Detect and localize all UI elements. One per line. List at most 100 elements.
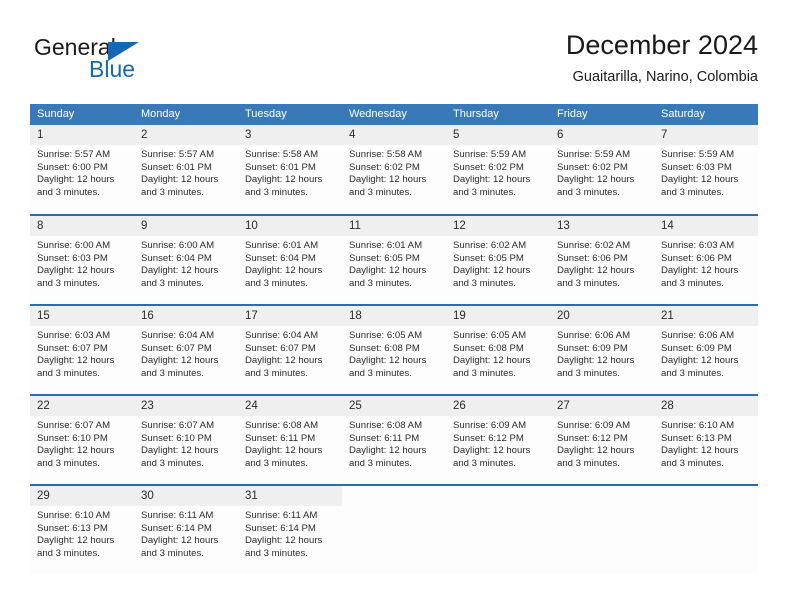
daylight-duration-line1: Daylight: 12 hours — [37, 445, 115, 457]
day-number: 19 — [446, 306, 550, 326]
daylight-duration-line2: and 3 minutes. — [37, 457, 100, 469]
calendar-day-cell[interactable]: 3 Sunrise: 5:58 AM Sunset: 6:01 PM Daylight… — [238, 125, 342, 215]
daylight-duration-line2: and 3 minutes. — [453, 457, 516, 469]
day-sun-info: Sunrise: 6:00 AM Sunset: 6:04 PM Daylight:… — [134, 236, 238, 290]
calendar-day-cell[interactable]: 15 Sunrise: 6:03 AM Sunset: 6:07 PM Dayligh… — [30, 304, 134, 395]
calendar-day-cell[interactable]: 21 Sunrise: 6:06 AM Sunset: 6:09 PM Dayligh… — [654, 304, 758, 395]
sunrise-time: Sunrise: 6:11 AM — [245, 510, 318, 521]
sunset-time: Sunset: 6:11 PM — [245, 432, 316, 444]
day-sun-info: Sunrise: 6:08 AM Sunset: 6:11 PM Daylight:… — [238, 416, 342, 470]
sunset-time: Sunset: 6:08 PM — [453, 342, 524, 354]
sunrise-time: Sunrise: 5:59 AM — [557, 149, 631, 160]
daylight-duration-line1: Daylight: 12 hours — [349, 445, 427, 457]
daylight-duration-line2: and 3 minutes. — [349, 367, 412, 379]
daylight-duration-line1: Daylight: 12 hours — [453, 355, 531, 367]
sunrise-time: Sunrise: 6:09 AM — [557, 420, 631, 431]
day-sun-info: Sunrise: 6:06 AM Sunset: 6:09 PM Daylight:… — [654, 326, 758, 380]
day-number: 31 — [238, 486, 342, 506]
day-sun-info: Sunrise: 6:03 AM Sunset: 6:06 PM Daylight:… — [654, 236, 758, 290]
sunset-time: Sunset: 6:01 PM — [245, 161, 316, 173]
calendar-day-cell[interactable]: 9 Sunrise: 6:00 AM Sunset: 6:04 PM Daylight… — [134, 214, 238, 305]
daylight-duration-line2: and 3 minutes. — [245, 547, 308, 559]
calendar-day-cell[interactable]: 26 Sunrise: 6:09 AM Sunset: 6:12 PM Dayligh… — [446, 394, 550, 485]
calendar-week-row: 8 Sunrise: 6:00 AM Sunset: 6:03 PM Daylight… — [30, 214, 758, 305]
sunset-time: Sunset: 6:13 PM — [37, 522, 108, 534]
calendar-day-cell[interactable]: 29 Sunrise: 6:10 AM Sunset: 6:13 PM Dayligh… — [30, 484, 134, 575]
daylight-duration-line1: Daylight: 12 hours — [141, 445, 219, 457]
daylight-duration-line1: Daylight: 12 hours — [453, 174, 531, 186]
sunrise-time: Sunrise: 6:02 AM — [557, 240, 631, 251]
weekday-header-wednesday: Wednesday — [342, 104, 446, 125]
daylight-duration-line1: Daylight: 12 hours — [557, 445, 635, 457]
calendar-day-cell[interactable]: 19 Sunrise: 6:05 AM Sunset: 6:08 PM Dayligh… — [446, 304, 550, 395]
calendar-day-cell[interactable]: 1 Sunrise: 5:57 AM Sunset: 6:00 PM Daylight… — [30, 125, 134, 215]
calendar-day-cell[interactable]: 18 Sunrise: 6:05 AM Sunset: 6:08 PM Dayligh… — [342, 304, 446, 395]
daylight-duration-line1: Daylight: 12 hours — [661, 174, 739, 186]
calendar-day-cell[interactable]: 24 Sunrise: 6:08 AM Sunset: 6:11 PM Dayligh… — [238, 394, 342, 485]
calendar-day-cell[interactable]: 7 Sunrise: 5:59 AM Sunset: 6:03 PM Daylight… — [654, 125, 758, 215]
sunset-time: Sunset: 6:02 PM — [349, 161, 420, 173]
day-sun-info: Sunrise: 6:07 AM Sunset: 6:10 PM Daylight:… — [134, 416, 238, 470]
calendar-day-cell[interactable]: 25 Sunrise: 6:08 AM Sunset: 6:11 PM Dayligh… — [342, 394, 446, 485]
sunset-time: Sunset: 6:04 PM — [141, 252, 212, 264]
calendar-page: General Blue December 2024 Guaitarilla, … — [0, 0, 792, 612]
daylight-duration-line2: and 3 minutes. — [453, 367, 516, 379]
sunrise-time: Sunrise: 6:05 AM — [349, 330, 423, 341]
calendar-day-cell[interactable]: 5 Sunrise: 5:59 AM Sunset: 6:02 PM Daylight… — [446, 125, 550, 215]
calendar-day-cell[interactable]: 8 Sunrise: 6:00 AM Sunset: 6:03 PM Daylight… — [30, 214, 134, 305]
calendar-day-cell[interactable]: 22 Sunrise: 6:07 AM Sunset: 6:10 PM Dayligh… — [30, 394, 134, 485]
sunrise-time: Sunrise: 6:10 AM — [661, 420, 735, 431]
day-number: 20 — [550, 306, 654, 326]
sunrise-time: Sunrise: 5:58 AM — [245, 149, 319, 160]
calendar-week-row: 29 Sunrise: 6:10 AM Sunset: 6:13 PM Dayligh… — [30, 484, 758, 575]
calendar-day-cell[interactable]: 20 Sunrise: 6:06 AM Sunset: 6:09 PM Dayligh… — [550, 304, 654, 395]
calendar-day-cell[interactable]: 16 Sunrise: 6:04 AM Sunset: 6:07 PM Dayligh… — [134, 304, 238, 395]
calendar-day-cell[interactable]: 23 Sunrise: 6:07 AM Sunset: 6:10 PM Dayligh… — [134, 394, 238, 485]
weekday-header-friday: Friday — [550, 104, 654, 125]
calendar-day-cell[interactable]: 13 Sunrise: 6:02 AM Sunset: 6:06 PM Dayligh… — [550, 214, 654, 305]
calendar-container: Sunday Monday Tuesday Wednesday Thursday… — [30, 104, 758, 575]
calendar-day-cell[interactable]: 6 Sunrise: 5:59 AM Sunset: 6:02 PM Daylight… — [550, 125, 654, 215]
calendar-day-cell[interactable]: 2 Sunrise: 5:57 AM Sunset: 6:01 PM Daylight… — [134, 125, 238, 215]
calendar-day-cell[interactable]: 28 Sunrise: 6:10 AM Sunset: 6:13 PM Dayligh… — [654, 394, 758, 485]
sunset-time: Sunset: 6:09 PM — [661, 342, 732, 354]
daylight-duration-line1: Daylight: 12 hours — [245, 535, 323, 547]
daylight-duration-line1: Daylight: 12 hours — [661, 445, 739, 457]
daylight-duration-line2: and 3 minutes. — [557, 186, 620, 198]
daylight-duration-line2: and 3 minutes. — [37, 547, 100, 559]
day-number: 14 — [654, 216, 758, 236]
daylight-duration-line1: Daylight: 12 hours — [557, 355, 635, 367]
daylight-duration-line1: Daylight: 12 hours — [37, 355, 115, 367]
calendar-day-cell[interactable]: 10 Sunrise: 6:01 AM Sunset: 6:04 PM Dayligh… — [238, 214, 342, 305]
daylight-duration-line2: and 3 minutes. — [557, 457, 620, 469]
day-number: 21 — [654, 306, 758, 326]
day-sun-info: Sunrise: 6:05 AM Sunset: 6:08 PM Daylight:… — [446, 326, 550, 380]
sunset-time: Sunset: 6:06 PM — [661, 252, 732, 264]
daylight-duration-line1: Daylight: 12 hours — [141, 174, 219, 186]
day-number: 10 — [238, 216, 342, 236]
calendar-day-cell[interactable]: 12 Sunrise: 6:02 AM Sunset: 6:05 PM Dayligh… — [446, 214, 550, 305]
page-header: General Blue December 2024 Guaitarilla, … — [0, 0, 792, 100]
day-number: 23 — [134, 396, 238, 416]
sunset-time: Sunset: 6:08 PM — [349, 342, 420, 354]
day-number: 2 — [134, 125, 238, 145]
calendar-day-cell[interactable]: 11 Sunrise: 6:01 AM Sunset: 6:05 PM Dayligh… — [342, 214, 446, 305]
daylight-duration-line1: Daylight: 12 hours — [557, 174, 635, 186]
weekday-header-saturday: Saturday — [654, 104, 758, 125]
sunrise-time: Sunrise: 6:08 AM — [245, 420, 319, 431]
sunrise-time: Sunrise: 6:10 AM — [37, 510, 111, 521]
sunrise-time: Sunrise: 6:08 AM — [349, 420, 423, 431]
calendar-day-cell[interactable]: 27 Sunrise: 6:09 AM Sunset: 6:12 PM Dayligh… — [550, 394, 654, 485]
calendar-day-cell[interactable]: 14 Sunrise: 6:03 AM Sunset: 6:06 PM Dayligh… — [654, 214, 758, 305]
daylight-duration-line2: and 3 minutes. — [37, 186, 100, 198]
calendar-day-cell[interactable]: 4 Sunrise: 5:58 AM Sunset: 6:02 PM Daylight… — [342, 125, 446, 215]
calendar-week-row: 15 Sunrise: 6:03 AM Sunset: 6:07 PM Dayligh… — [30, 304, 758, 395]
calendar-day-cell[interactable]: 30 Sunrise: 6:11 AM Sunset: 6:14 PM Dayligh… — [134, 484, 238, 575]
daylight-duration-line1: Daylight: 12 hours — [349, 265, 427, 277]
calendar-day-cell[interactable]: 31 Sunrise: 6:11 AM Sunset: 6:14 PM Dayligh… — [238, 484, 342, 575]
daylight-duration-line1: Daylight: 12 hours — [349, 355, 427, 367]
daylight-duration-line2: and 3 minutes. — [141, 457, 204, 469]
calendar-day-cell[interactable]: 17 Sunrise: 6:04 AM Sunset: 6:07 PM Dayligh… — [238, 304, 342, 395]
day-sun-info: Sunrise: 6:04 AM Sunset: 6:07 PM Daylight:… — [238, 326, 342, 380]
sunset-time: Sunset: 6:14 PM — [245, 522, 316, 534]
